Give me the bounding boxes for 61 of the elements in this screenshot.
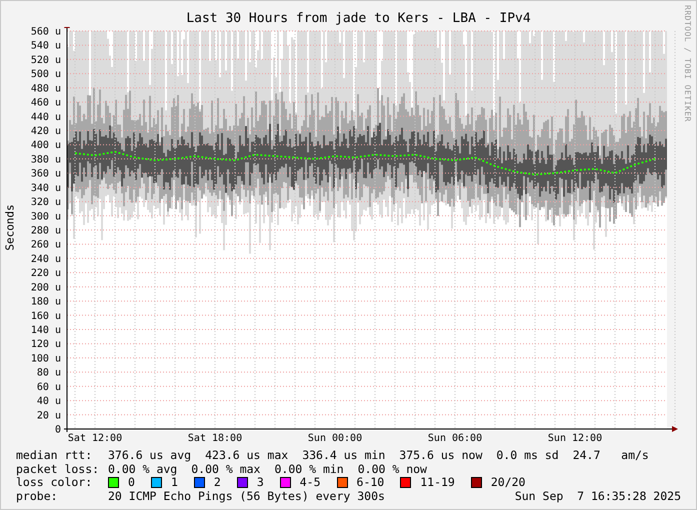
stat-value: 0.00 % now [358, 462, 427, 476]
stat-value: 336.4 us min [302, 448, 386, 462]
y-tick-label: 240 u [30, 254, 61, 265]
stat-value: 0.0 ms sd [496, 448, 559, 462]
y-tick-label: 40 u [36, 396, 61, 408]
legend-label: packet loss: [16, 462, 100, 476]
stat-value: 376.6 us avg [108, 448, 192, 462]
x-tick-label: Sun 00:00 [308, 433, 362, 444]
y-tick-label: 280 u [30, 226, 61, 236]
y-tick-label: 200 u [30, 282, 61, 294]
legend-label: loss color: [16, 475, 94, 490]
y-tick-label: 160 u [30, 310, 61, 322]
y-tick-label: 460 u [30, 98, 61, 109]
y-tick-label: 100 u [30, 353, 61, 364]
y-tick-label: 80 u [36, 368, 61, 379]
watermark-text: RRDTOOL / TOBI OETIKER [683, 5, 692, 122]
y-tick-label: 380 u [30, 154, 61, 166]
y-tick-label: 340 u [30, 182, 61, 194]
timestamp: Sun Sep 7 16:35:28 2025 [514, 488, 681, 503]
y-tick-label: 420 u [30, 126, 61, 137]
y-tick-label: 300 u [30, 211, 61, 222]
y-tick-label: 60 u [36, 382, 61, 393]
x-tick-label: Sat 18:00 [188, 433, 242, 444]
stat-value: 0.00 % avg [108, 462, 178, 476]
swatch-label: 2 [214, 475, 221, 490]
swatch-label: 11-19 [420, 475, 455, 490]
stat-value: 0.00 % max [191, 462, 260, 476]
swatch-label: 0 [128, 475, 135, 490]
swatch-label: 20/20 [490, 475, 526, 490]
y-tick-label: 400 u [30, 140, 61, 152]
y-tick-label: 140 u [30, 325, 61, 336]
y-tick-label: 480 u [30, 83, 61, 94]
y-tick-label: 180 u [30, 296, 61, 308]
y-tick-label: 260 u [30, 240, 61, 251]
legend-label: median rtt: [16, 448, 94, 462]
swatch-label: 1 [170, 475, 178, 490]
swatch-label: 6-10 [356, 475, 384, 490]
stat-value: 423.6 us max [205, 448, 288, 462]
x-tick-label: Sat 12:00 [68, 433, 122, 444]
y-tick-label: 520 u [30, 54, 61, 66]
stat-value: 0.00 % min [274, 462, 344, 476]
y-tick-label: 20 u [36, 410, 61, 422]
y-tick-label: 220 u [30, 268, 61, 280]
chart-title: Last 30 Hours from jade to Kers - LBA - IPv4 [186, 11, 531, 27]
swatch-label: 4-5 [300, 475, 321, 490]
x-tick-label: Sun 12:00 [548, 433, 602, 444]
y-tick-label: 360 u [30, 168, 61, 180]
y-tick-label: 0 [54, 424, 61, 436]
stat-value: 24.7 am/s [572, 448, 649, 462]
y-axis-label: Seconds [4, 204, 17, 250]
y-tick-label: 320 u [30, 197, 61, 208]
y-tick-label: 500 u [30, 69, 61, 80]
y-tick-label: 440 u [30, 112, 61, 123]
y-tick-label: 120 u [30, 339, 61, 350]
legend-label: probe: [16, 488, 59, 503]
y-tick-label: 560 u [30, 27, 61, 38]
stat-value: 375.6 us now [399, 448, 482, 462]
x-tick-label: Sun 06:00 [428, 433, 482, 444]
probe-description: 20 ICMP Echo Pings (56 Bytes) every 300s [108, 488, 385, 503]
swatch-label: 3 [256, 475, 264, 490]
y-tick-label: 540 u [30, 40, 61, 52]
